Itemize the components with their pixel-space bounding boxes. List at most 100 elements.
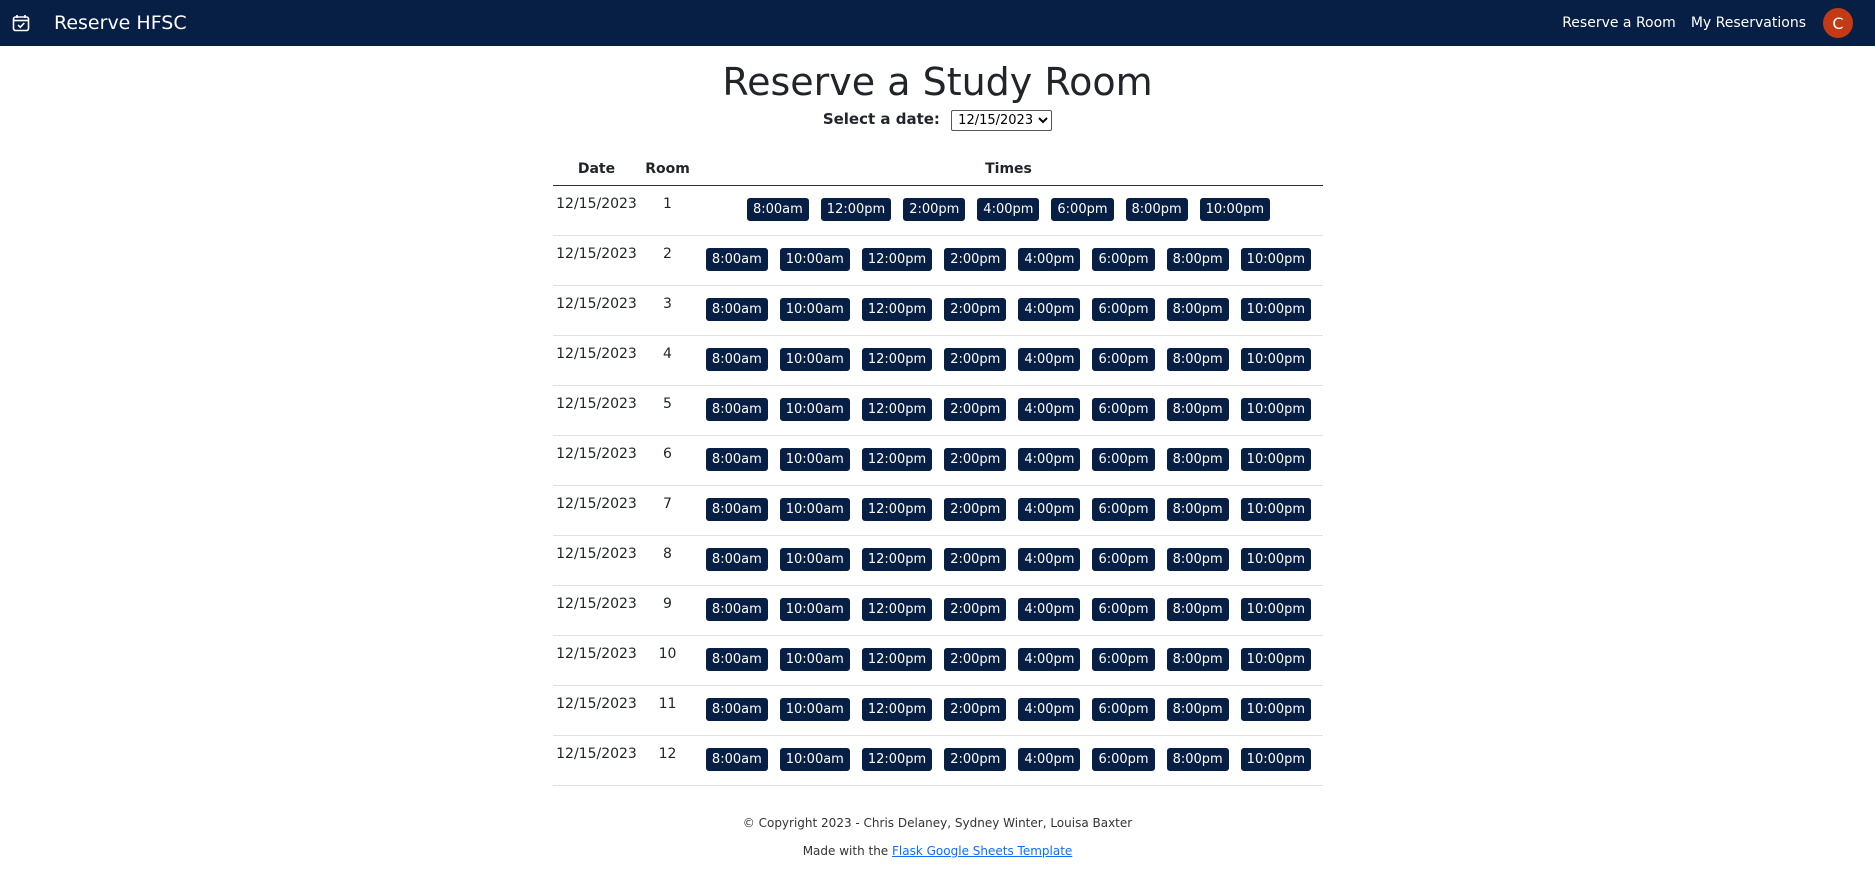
time-slot-button[interactable]: 2:00pm (944, 747, 1007, 771)
time-slot-button[interactable]: 10:00pm (1240, 497, 1312, 521)
time-slot-button[interactable]: 10:00pm (1240, 647, 1312, 671)
time-slot-button[interactable]: 8:00pm (1166, 297, 1229, 321)
time-slot-button[interactable]: 10:00pm (1240, 697, 1312, 721)
time-slot-button[interactable]: 8:00am (705, 397, 768, 421)
time-slot-button[interactable]: 6:00pm (1092, 647, 1155, 671)
time-slot-button[interactable]: 6:00pm (1092, 447, 1155, 471)
time-slot-button[interactable]: 12:00pm (861, 347, 933, 371)
time-slot-button[interactable]: 12:00pm (861, 447, 933, 471)
time-slot-button[interactable]: 8:00pm (1166, 447, 1229, 471)
time-slot-button[interactable]: 4:00pm (1018, 647, 1081, 671)
time-slot-button[interactable]: 10:00am (779, 697, 850, 721)
time-slot-button[interactable]: 12:00pm (861, 297, 933, 321)
time-slot-button[interactable]: 4:00pm (1018, 397, 1081, 421)
time-slot-button[interactable]: 8:00pm (1166, 497, 1229, 521)
time-slot-button[interactable]: 12:00pm (861, 697, 933, 721)
nav-reserve-room-link[interactable]: Reserve a Room (1562, 15, 1676, 31)
template-link[interactable]: Flask Google Sheets Template (892, 844, 1072, 858)
time-slot-button[interactable]: 2:00pm (903, 197, 966, 221)
time-slot-button[interactable]: 6:00pm (1092, 547, 1155, 571)
time-slot-button[interactable]: 10:00am (779, 747, 850, 771)
time-slot-button[interactable]: 8:00am (705, 347, 768, 371)
time-slot-button[interactable]: 10:00am (779, 447, 850, 471)
user-avatar[interactable]: C (1823, 8, 1853, 38)
time-slot-button[interactable]: 2:00pm (944, 297, 1007, 321)
time-slot-button[interactable]: 12:00pm (861, 497, 933, 521)
time-slot-button[interactable]: 8:00am (705, 297, 768, 321)
time-slot-button[interactable]: 10:00am (779, 297, 850, 321)
time-slot-button[interactable]: 4:00pm (1018, 547, 1081, 571)
time-slot-button[interactable]: 4:00pm (1018, 247, 1081, 271)
time-slot-button[interactable]: 4:00pm (1018, 497, 1081, 521)
time-slot-button[interactable]: 10:00am (779, 397, 850, 421)
time-slot-button[interactable]: 10:00am (779, 597, 850, 621)
time-slot-button[interactable]: 6:00pm (1092, 297, 1155, 321)
time-slot-button[interactable]: 12:00pm (861, 547, 933, 571)
time-slot-button[interactable]: 2:00pm (944, 647, 1007, 671)
time-slot-button[interactable]: 6:00pm (1092, 597, 1155, 621)
time-slot-button[interactable]: 8:00pm (1166, 597, 1229, 621)
time-slot-button[interactable]: 10:00am (779, 497, 850, 521)
time-slot-button[interactable]: 4:00pm (1018, 697, 1081, 721)
time-slot-button[interactable]: 6:00pm (1092, 697, 1155, 721)
time-slot-button[interactable]: 12:00pm (861, 397, 933, 421)
time-slot-button[interactable]: 10:00am (779, 347, 850, 371)
time-slot-button[interactable]: 8:00pm (1166, 397, 1229, 421)
time-slot-button[interactable]: 8:00am (705, 247, 768, 271)
date-select[interactable]: 12/15/2023 (951, 109, 1053, 131)
time-slot-button[interactable]: 2:00pm (944, 547, 1007, 571)
time-slot-button[interactable]: 12:00pm (861, 647, 933, 671)
brand[interactable]: Reserve HFSC (12, 12, 187, 34)
time-slot-button[interactable]: 10:00am (779, 547, 850, 571)
time-slot-button[interactable]: 2:00pm (944, 247, 1007, 271)
time-slot-button[interactable]: 6:00pm (1092, 747, 1155, 771)
time-slot-button[interactable]: 10:00pm (1240, 447, 1312, 471)
time-slot-button[interactable]: 4:00pm (1018, 747, 1081, 771)
time-slot-button[interactable]: 8:00am (705, 647, 768, 671)
time-slot-button[interactable]: 10:00pm (1240, 347, 1312, 371)
time-slot-button[interactable]: 10:00pm (1240, 747, 1312, 771)
time-slot-button[interactable]: 10:00pm (1240, 597, 1312, 621)
time-slot-button[interactable]: 8:00pm (1166, 247, 1229, 271)
time-slot-button[interactable]: 4:00pm (1018, 347, 1081, 371)
time-slot-button[interactable]: 4:00pm (1018, 447, 1081, 471)
time-slot-button[interactable]: 8:00am (705, 597, 768, 621)
time-slot-button[interactable]: 2:00pm (944, 597, 1007, 621)
time-slot-button[interactable]: 2:00pm (944, 497, 1007, 521)
time-slot-button[interactable]: 10:00am (779, 647, 850, 671)
time-slot-button[interactable]: 8:00pm (1166, 647, 1229, 671)
time-slot-button[interactable]: 2:00pm (944, 397, 1007, 421)
time-slot-button[interactable]: 4:00pm (977, 197, 1040, 221)
time-slot-button[interactable]: 12:00pm (861, 597, 933, 621)
time-slot-button[interactable]: 4:00pm (1018, 297, 1081, 321)
time-slot-button[interactable]: 8:00am (746, 197, 809, 221)
time-slot-button[interactable]: 6:00pm (1092, 347, 1155, 371)
time-slot-button[interactable]: 12:00pm (861, 747, 933, 771)
time-slot-button[interactable]: 12:00pm (820, 197, 892, 221)
time-slot-button[interactable]: 2:00pm (944, 447, 1007, 471)
time-slot-button[interactable]: 4:00pm (1018, 597, 1081, 621)
time-slot-button[interactable]: 8:00am (705, 697, 768, 721)
time-slot-button[interactable]: 2:00pm (944, 697, 1007, 721)
time-slot-button[interactable]: 8:00am (705, 547, 768, 571)
time-slot-button[interactable]: 12:00pm (861, 247, 933, 271)
time-slot-button[interactable]: 10:00pm (1240, 397, 1312, 421)
time-slot-button[interactable]: 10:00am (779, 247, 850, 271)
time-slot-button[interactable]: 8:00am (705, 497, 768, 521)
time-slot-button[interactable]: 6:00pm (1051, 197, 1114, 221)
nav-my-reservations-link[interactable]: My Reservations (1691, 15, 1806, 31)
time-slot-button[interactable]: 8:00pm (1166, 747, 1229, 771)
time-slot-button[interactable]: 8:00am (705, 447, 768, 471)
time-slot-button[interactable]: 8:00pm (1166, 547, 1229, 571)
time-slot-button[interactable]: 6:00pm (1092, 247, 1155, 271)
time-slot-button[interactable]: 8:00pm (1166, 697, 1229, 721)
time-slot-button[interactable]: 8:00pm (1166, 347, 1229, 371)
time-slot-button[interactable]: 10:00pm (1240, 297, 1312, 321)
time-slot-button[interactable]: 10:00pm (1199, 197, 1271, 221)
time-slot-button[interactable]: 8:00pm (1125, 197, 1188, 221)
time-slot-button[interactable]: 2:00pm (944, 347, 1007, 371)
time-slot-button[interactable]: 6:00pm (1092, 497, 1155, 521)
time-slot-button[interactable]: 6:00pm (1092, 397, 1155, 421)
time-slot-button[interactable]: 10:00pm (1240, 547, 1312, 571)
time-slot-button[interactable]: 10:00pm (1240, 247, 1312, 271)
